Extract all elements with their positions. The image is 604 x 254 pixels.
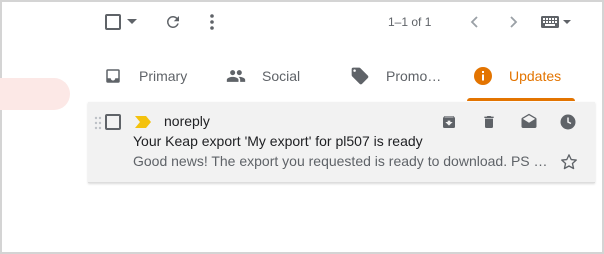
prev-page-button[interactable] (464, 8, 484, 36)
refresh-button[interactable] (161, 8, 185, 36)
delete-button[interactable] (479, 112, 499, 132)
keyboard-icon[interactable] (541, 16, 571, 28)
input-tools-button[interactable] (538, 8, 574, 36)
snooze-icon[interactable] (559, 113, 577, 131)
info-icon (473, 66, 493, 86)
email-snippet: Good news! The export you requested is r… (133, 153, 548, 169)
email-sender: noreply (164, 113, 210, 129)
tab-promotions[interactable]: Promo… (350, 50, 441, 101)
inbox-icon (103, 66, 123, 86)
sidebar-active-item[interactable] (0, 78, 70, 110)
tab-label: Social (262, 67, 301, 84)
active-tab-indicator (467, 98, 575, 101)
archive-icon[interactable] (441, 114, 457, 130)
mark-as-read-button[interactable] (519, 112, 539, 132)
select-all-checkbox[interactable] (105, 8, 121, 36)
pagination-text: 1–1 of 1 (388, 15, 432, 29)
checkbox-icon[interactable] (105, 14, 121, 30)
delete-icon[interactable] (481, 114, 497, 130)
chevron-left-icon[interactable] (470, 16, 478, 28)
email-select-checkbox[interactable] (105, 114, 121, 130)
caret-down-icon[interactable] (127, 19, 137, 25)
tab-updates[interactable]: Updates (473, 50, 561, 101)
archive-button[interactable] (439, 112, 459, 132)
tab-label: Primary (139, 67, 188, 84)
mark-read-icon[interactable] (520, 113, 538, 131)
tab-label: Promo… (386, 67, 442, 84)
refresh-icon[interactable] (164, 13, 182, 31)
next-page-button[interactable] (504, 8, 524, 36)
tab-label: Updates (509, 67, 562, 84)
email-subject: Your Keap export 'My export' for pl507 i… (133, 133, 423, 149)
category-tabs: Primary Social Promo… Updates (88, 50, 578, 101)
select-dropdown[interactable] (126, 8, 138, 36)
tag-icon (350, 66, 370, 86)
tab-social[interactable]: Social (226, 50, 300, 101)
star-icon[interactable] (560, 153, 578, 171)
drag-handle-icon[interactable] (94, 116, 102, 130)
more-button[interactable] (202, 8, 222, 36)
importance-marker-icon[interactable] (135, 116, 151, 128)
more-vert-icon[interactable] (210, 14, 214, 30)
people-icon (226, 66, 246, 86)
chevron-right-icon[interactable] (510, 16, 518, 28)
snooze-button[interactable] (558, 112, 578, 132)
star-button[interactable] (558, 151, 580, 173)
email-row[interactable]: noreply Your Keap export 'My export' for… (88, 102, 595, 183)
mail-toolbar: 1–1 of 1 (88, 0, 598, 44)
tab-primary[interactable]: Primary (103, 50, 187, 101)
